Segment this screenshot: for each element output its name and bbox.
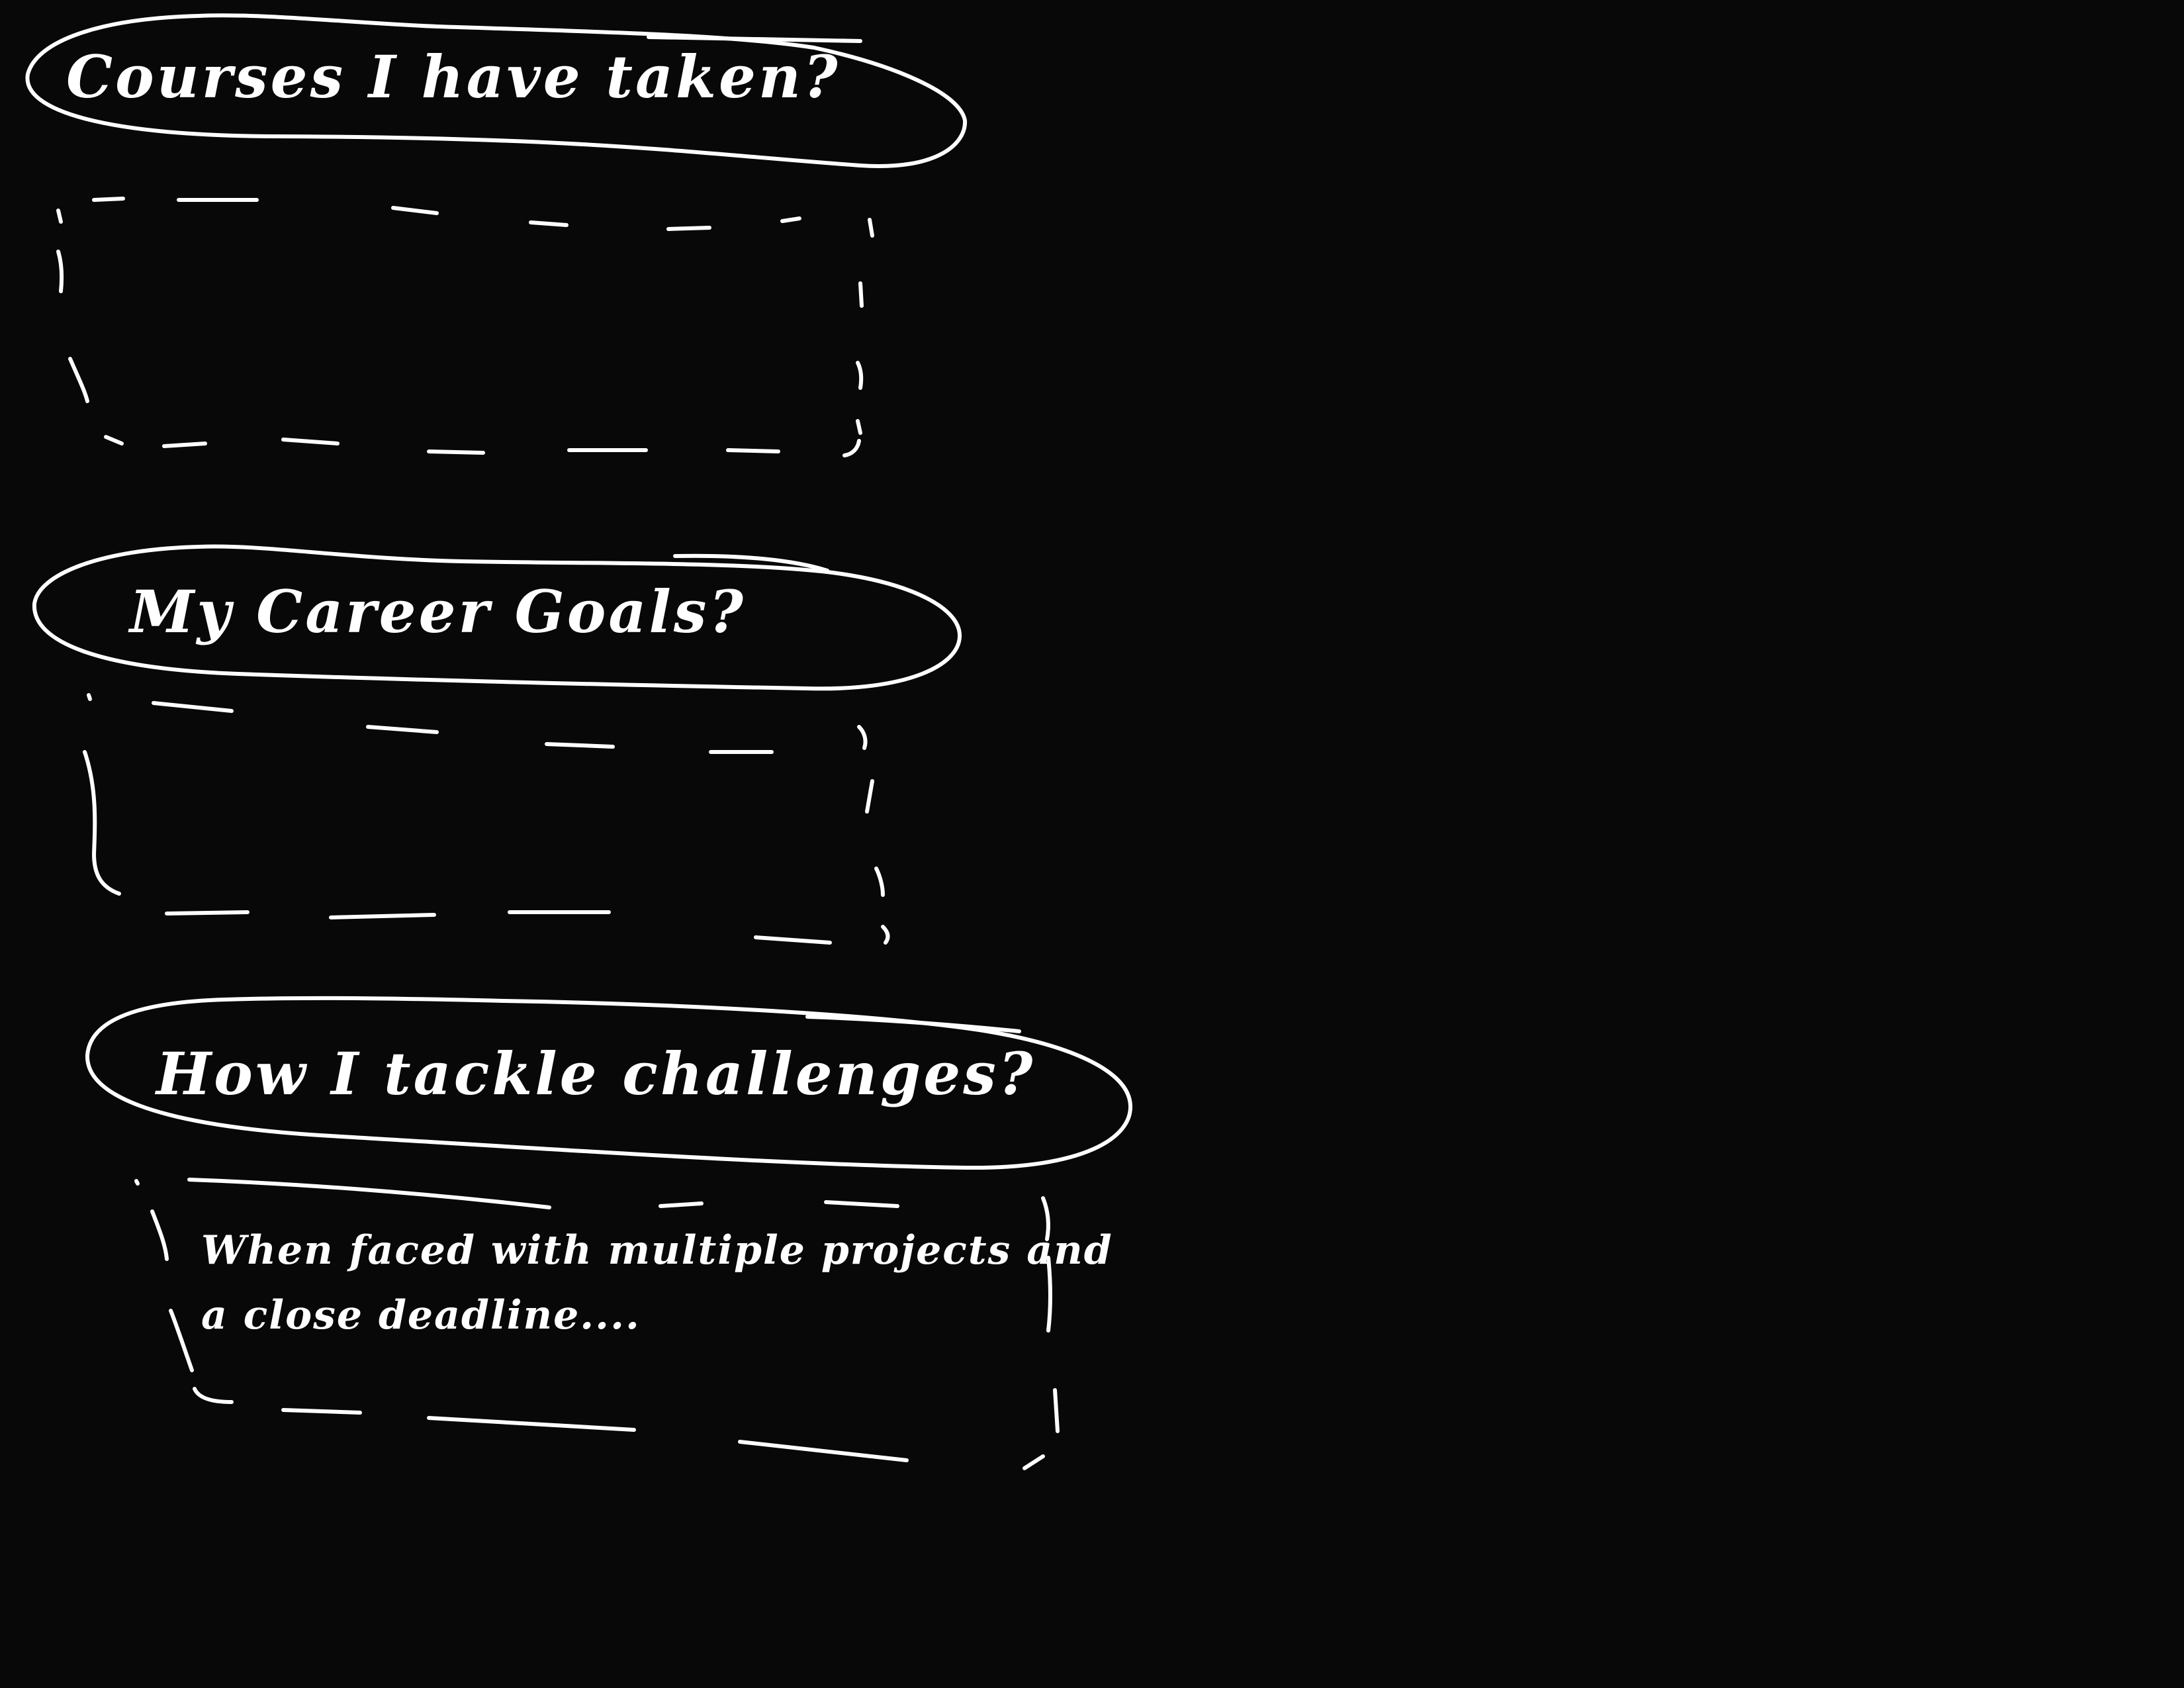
question-bubble-courses-tail <box>647 35 862 43</box>
question-courses: Courses I have taken? <box>66 42 841 111</box>
answer-challenges[interactable]: When faced with multiple projects and a … <box>201 1218 1113 1348</box>
sketch-strokes <box>25 13 1133 1470</box>
answer-box-career <box>83 693 890 945</box>
question-challenges: How I tackle challenges? <box>156 1039 1036 1108</box>
whiteboard-canvas[interactable]: Courses I have taken? My Career Goals? H… <box>0 0 2184 1688</box>
question-career-goals: My Career Goals? <box>130 577 746 646</box>
answer-box-courses <box>56 197 874 457</box>
question-bubble-challenges-tail <box>805 1015 1021 1033</box>
